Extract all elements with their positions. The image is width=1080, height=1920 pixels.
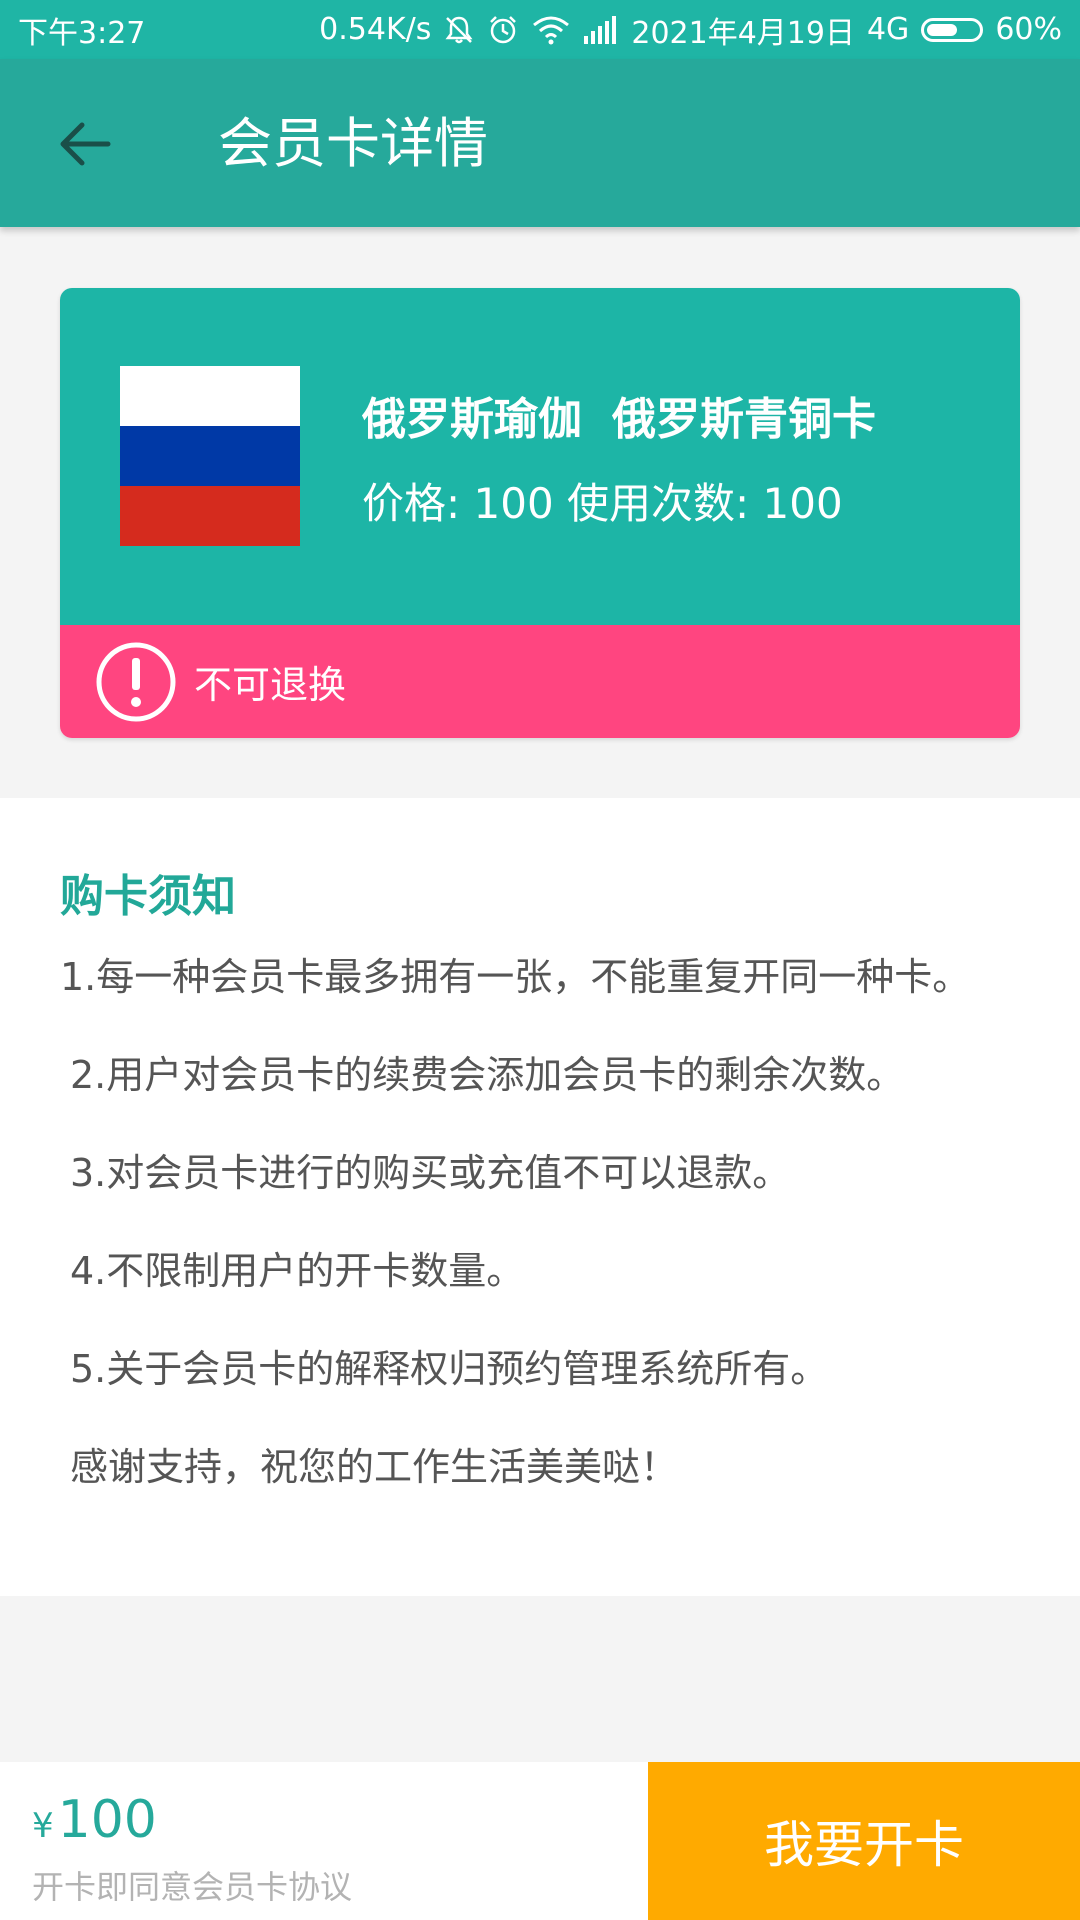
- mute-bell-icon: [443, 14, 475, 46]
- card-price-usage: 价格: 100 使用次数: 100: [362, 479, 843, 528]
- no-refund-label: 不可退换: [194, 663, 347, 707]
- page-title: 会员卡详情: [218, 112, 488, 175]
- status-date: 2021年4月19日: [631, 15, 855, 51]
- no-refund-banner: 不可退换: [60, 625, 1020, 738]
- notice-item: 感谢支持，祝您的工作生活美美哒！: [70, 1445, 679, 1489]
- card-info: 俄罗斯瑜伽 俄罗斯青铜卡 价格: 100 使用次数: 100: [60, 288, 1020, 625]
- arrow-left-icon: [60, 122, 111, 166]
- back-button[interactable]: [50, 109, 120, 179]
- wifi-icon: [531, 14, 571, 46]
- notice-item: 4.不限制用户的开卡数量。: [70, 1249, 525, 1293]
- flag-stripe-white: [120, 366, 300, 426]
- flag-stripe-red: [120, 486, 300, 546]
- toolbar: 会员卡详情: [0, 59, 1080, 227]
- flag-stripe-blue: [120, 426, 300, 486]
- card-type: 俄罗斯青铜卡: [612, 394, 876, 445]
- bottom-bar: ¥100 开卡即同意会员卡协议 我要开卡: [0, 1762, 1080, 1920]
- network-speed: 0.54K/s: [319, 12, 432, 47]
- notice-item: 2.用户对会员卡的续费会添加会员卡的剩余次数。: [70, 1053, 905, 1097]
- network-type: 4G: [866, 12, 910, 47]
- open-card-button[interactable]: 我要开卡: [648, 1762, 1080, 1920]
- notice-title: 购卡须知: [60, 871, 236, 922]
- notice-item: 5.关于会员卡的解释权归预约管理系统所有。: [70, 1347, 829, 1391]
- screen: 下午3:27 0.54K/s 2021年4月19日 4G 60% 会员卡详情 俄…: [0, 0, 1080, 1920]
- notice-item: 1.每一种会员卡最多拥有一张，不能重复开同一种卡。: [60, 955, 971, 999]
- status-time: 下午3:27: [18, 15, 146, 51]
- battery-percent: 60%: [995, 12, 1062, 47]
- russia-flag-image: [120, 366, 300, 546]
- status-bar: 下午3:27 0.54K/s 2021年4月19日 4G 60%: [0, 0, 1080, 59]
- alarm-icon: [487, 14, 519, 46]
- signal-icon: [583, 15, 619, 44]
- exclamation-icon: [96, 642, 176, 721]
- agreement-text[interactable]: 开卡即同意会员卡协议: [32, 1862, 352, 1908]
- battery-icon: [921, 17, 984, 42]
- notice-item: 3.对会员卡进行的购买或充值不可以退款。: [70, 1151, 791, 1195]
- card-title-row: 俄罗斯瑜伽 俄罗斯青铜卡: [362, 383, 876, 447]
- card-name: 俄罗斯瑜伽: [362, 394, 582, 445]
- status-right: 0.54K/s 2021年4月19日 4G 60%: [319, 8, 1062, 52]
- total-price: ¥100: [32, 1790, 157, 1850]
- purchase-notice: 购卡须知 1.每一种会员卡最多拥有一张，不能重复开同一种卡。 2.用户对会员卡的…: [0, 798, 1080, 1596]
- currency-symbol: ¥: [32, 1806, 54, 1846]
- membership-card: 俄罗斯瑜伽 俄罗斯青铜卡 价格: 100 使用次数: 100 不可退换: [60, 288, 1020, 738]
- price-amount: 100: [57, 1790, 157, 1850]
